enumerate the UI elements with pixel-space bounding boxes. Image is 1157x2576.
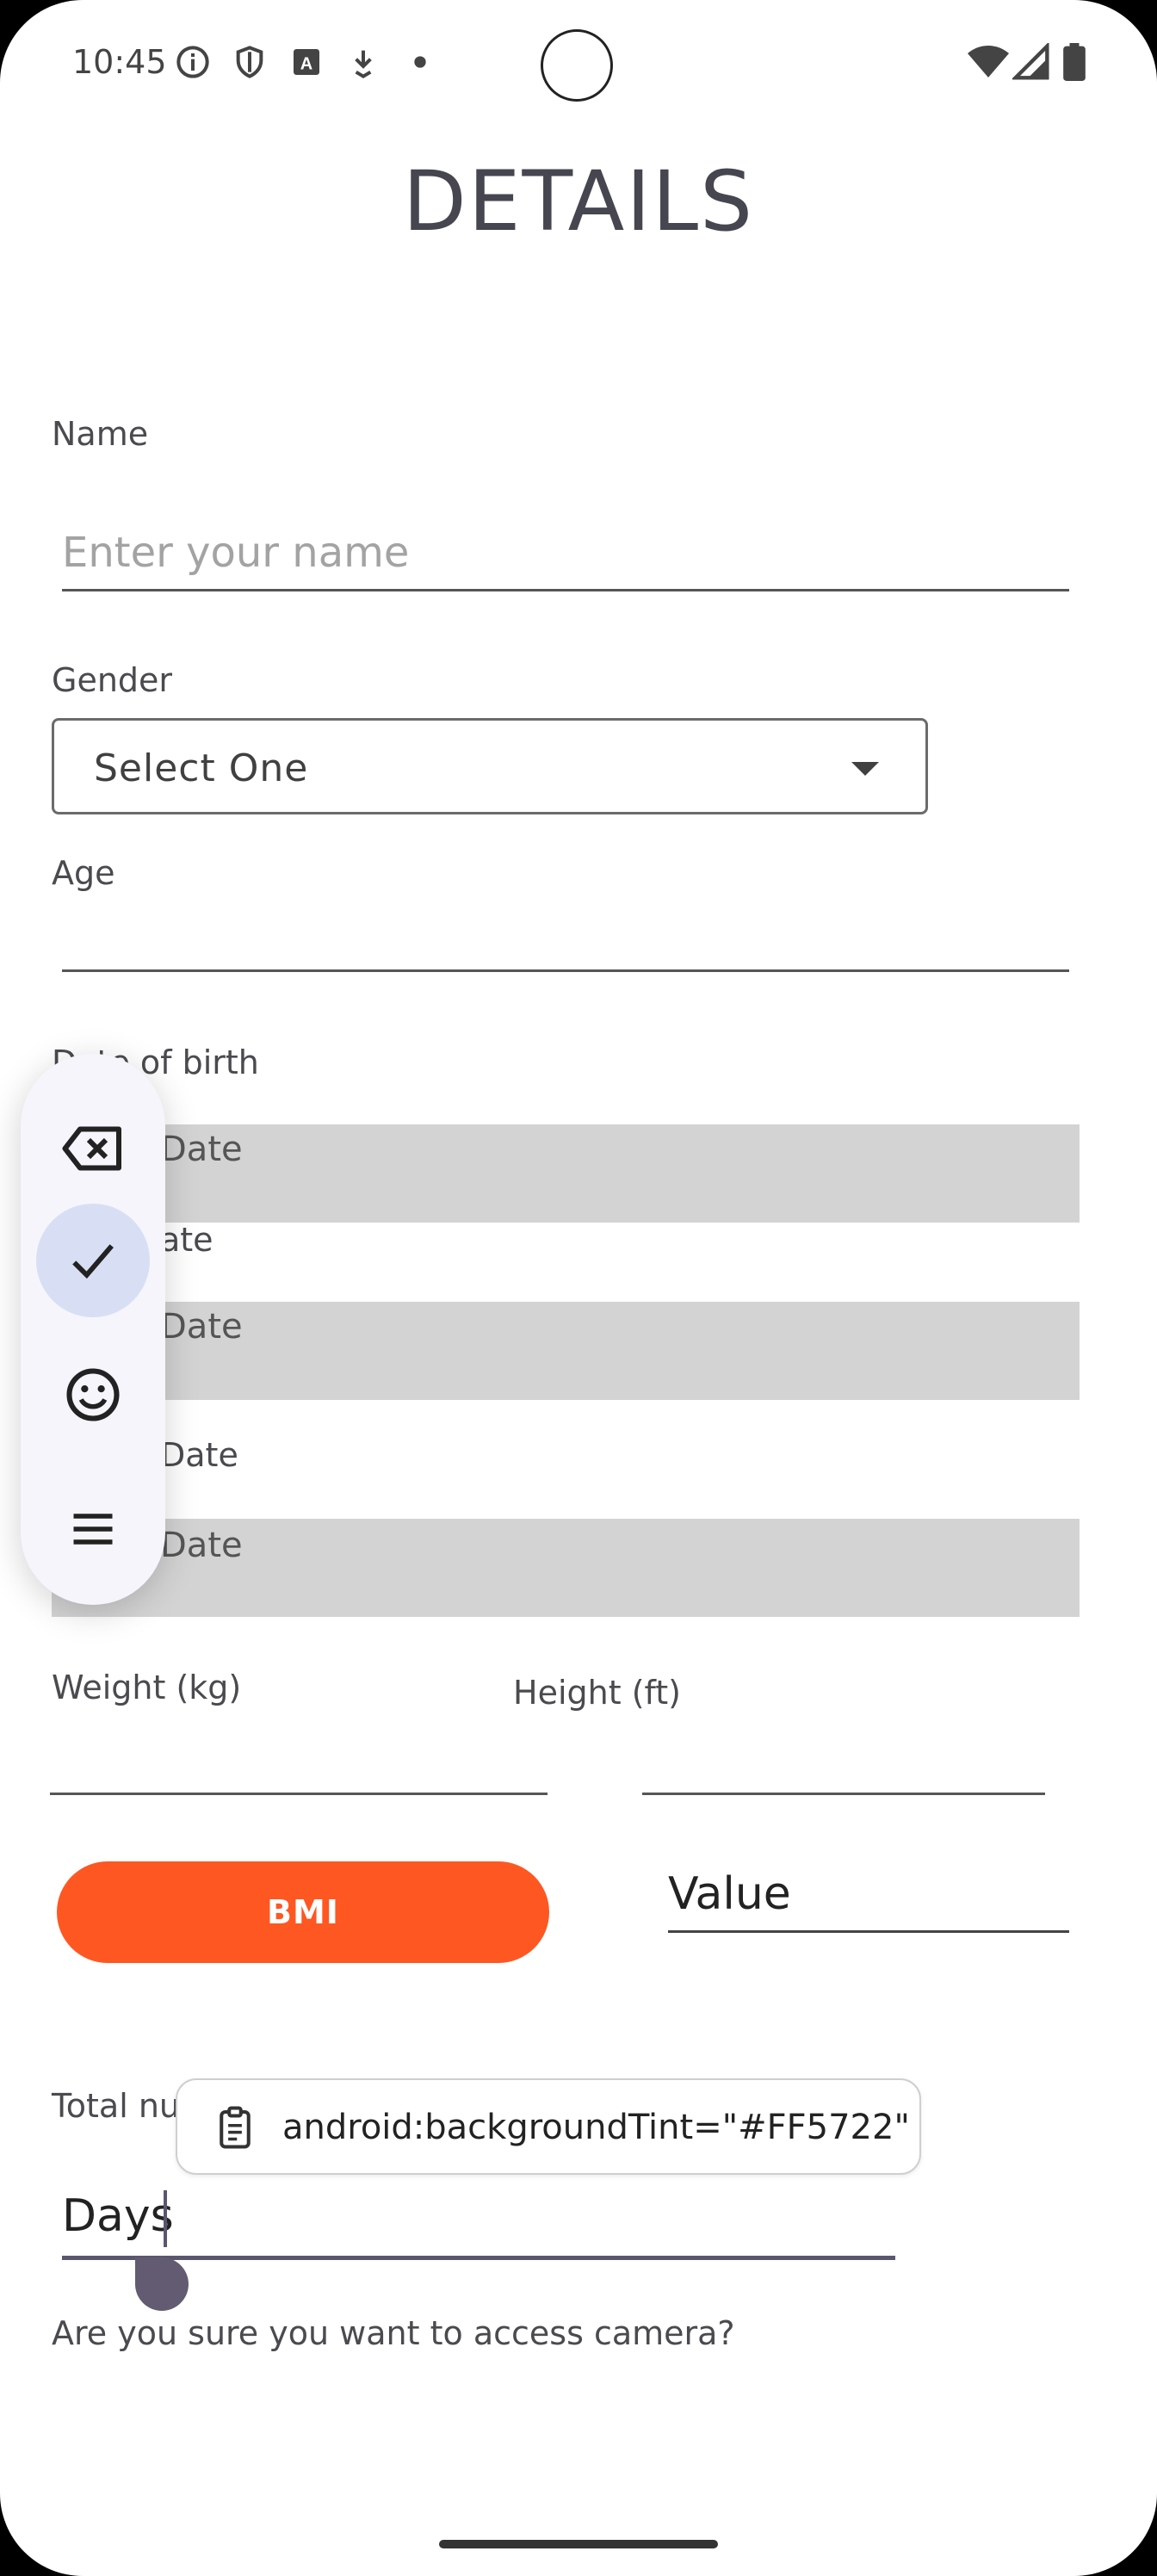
age-input[interactable]	[62, 904, 1069, 975]
check-icon	[72, 1244, 114, 1279]
date-picker-1-text: Date	[160, 1130, 243, 1169]
backspace-icon	[62, 1126, 121, 1171]
age-underline	[62, 969, 1069, 972]
check-button[interactable]	[36, 1204, 150, 1317]
download-arrow-icon	[355, 50, 372, 78]
weight-label: Weight (kg)	[52, 1669, 242, 1706]
name-underline	[62, 589, 1069, 591]
text-a-icon: A	[294, 49, 319, 75]
name-input[interactable]: Enter your name	[62, 517, 1069, 594]
page-title: DETAILS	[402, 153, 755, 250]
wifi-icon	[968, 46, 1009, 77]
gender-selected-value: Select One	[94, 746, 309, 790]
gender-dropdown[interactable]: Select One	[52, 718, 928, 814]
date-picker-3-text: Date	[160, 1526, 243, 1565]
emoji-icon	[66, 1368, 120, 1421]
front-camera	[541, 29, 613, 102]
clipboard-text: android:backgroundTint="#FF5722"	[282, 2108, 910, 2147]
menu-button[interactable]	[36, 1472, 150, 1586]
signal-icon	[1012, 43, 1049, 80]
cursor-handle[interactable]	[135, 2257, 189, 2311]
backspace-button[interactable]	[36, 1092, 150, 1205]
days-underline	[62, 2256, 895, 2260]
info-icon	[176, 46, 209, 78]
dropdown-arrow-icon	[851, 762, 879, 776]
clipboard-icon	[220, 2106, 251, 2149]
bmi-value-underline	[668, 1930, 1069, 1933]
shield-icon	[236, 46, 263, 78]
height-input[interactable]	[642, 1793, 1045, 1795]
status-time: 10:45	[72, 43, 167, 81]
screen: 10:45 A DETAILS Name Enter your name Gen…	[0, 0, 1157, 2576]
camera-prompt: Are you sure you want to access camera?	[52, 2314, 735, 2352]
emoji-button[interactable]	[36, 1338, 150, 1452]
gesture-navigation-bar[interactable]	[439, 2540, 718, 2548]
days-input[interactable]: Days	[62, 2190, 174, 2242]
gender-label: Gender	[52, 661, 173, 699]
bmi-button[interactable]: BMI	[57, 1861, 549, 1963]
total-label: Total nu	[52, 2087, 180, 2125]
floating-keyboard-toolbar	[21, 1054, 165, 1605]
bmi-value: Value	[668, 1868, 791, 1920]
date-label-2: ate	[160, 1221, 213, 1259]
age-label: Age	[52, 854, 115, 892]
battery-icon	[1063, 43, 1086, 81]
clipboard-suggestion[interactable]: android:backgroundTint="#FF5722"	[176, 2078, 921, 2175]
text-cursor	[164, 2190, 167, 2247]
height-label: Height (ft)	[513, 1674, 681, 1712]
svg-text:A: A	[300, 54, 312, 73]
dot-icon	[414, 56, 426, 68]
menu-icon	[73, 1514, 113, 1545]
weight-input[interactable]	[50, 1793, 548, 1795]
name-label: Name	[52, 415, 149, 453]
date-label-3: Date	[160, 1436, 238, 1474]
date-picker-2-text: Date	[160, 1307, 243, 1347]
name-placeholder: Enter your name	[62, 529, 410, 577]
